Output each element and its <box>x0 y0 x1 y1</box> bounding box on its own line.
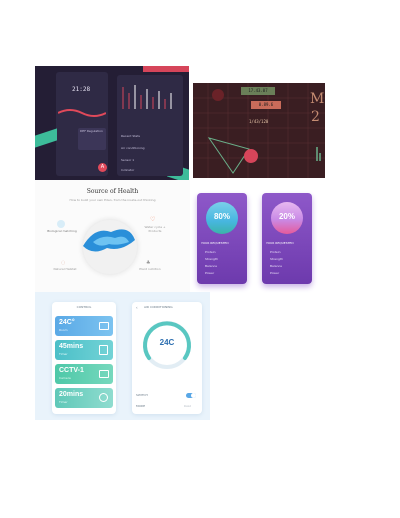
card-label: YOUR REQUESTED <box>266 241 294 245</box>
tile-sub: Camera <box>59 376 71 380</box>
tile-sub: Timer <box>59 400 68 404</box>
dashboard-card: 21:28 DEF Regulation A <box>56 72 108 176</box>
retro-glyph-m: M <box>310 91 325 107</box>
control-title: CONTROL <box>76 305 92 309</box>
red-accent-shape <box>143 66 189 72</box>
control-tile-timer[interactable]: 45mins Timer <box>55 340 113 360</box>
clock-icon <box>99 393 108 402</box>
switch-toggle[interactable] <box>186 393 196 398</box>
retro-glyph-2: 2 <box>311 109 320 125</box>
panel-label-4: Indicator <box>121 168 135 172</box>
detail-tile[interactable]: DEF Regulation <box>78 128 106 150</box>
tile-value: 45mins <box>59 343 84 350</box>
stat-row: Strength <box>270 257 283 261</box>
camera-icon <box>99 370 109 378</box>
bar-chart-card: Recent Stats Air conditioning Sensor 1 I… <box>117 75 183 176</box>
purple-card-1: 80% YOUR REQUESTED Protein Strength Bala… <box>197 193 247 284</box>
control-tile-timer-2[interactable]: 20mins Timer <box>55 388 113 408</box>
alert-icon: A <box>100 164 105 170</box>
retro-readout-2-text: 0.89.6 <box>258 102 274 107</box>
mode-label: MODE <box>136 404 146 408</box>
mode-value[interactable]: Cool <box>184 404 191 409</box>
tile-value: CCTV-1 <box>59 367 84 374</box>
health-panel: Source of Health How to build your own E… <box>35 180 190 292</box>
retro-panel: 17.43.07 0.89.6 1/43/120 M 2 <box>193 83 325 178</box>
stat-row: Power <box>270 271 280 275</box>
health-item-4: Plant nutrition <box>139 267 161 271</box>
alert-button[interactable]: A <box>98 163 107 172</box>
thermostat-icon <box>99 322 109 330</box>
purple-card-2: 20% YOUR REQUESTED Protein Strength Bala… <box>262 193 312 284</box>
heart-icon: ♡ <box>150 216 156 223</box>
aircon-title: AIR CONDITIONING <box>144 305 173 309</box>
aircon-temperature: 24C <box>159 338 175 347</box>
tile-sub: Timer <box>59 352 68 356</box>
time-display: 21:28 <box>72 86 91 93</box>
retro-readout-1: 17.43.07 <box>241 87 275 95</box>
retro-readout-1-text: 17.43.07 <box>248 88 268 93</box>
health-item-3: Natural Habitat <box>53 267 77 271</box>
health-item-2: Water cycle + Products <box>144 225 166 233</box>
stat-row: Protein <box>270 250 281 254</box>
detail-label: DEF Regulation <box>80 129 103 133</box>
control-card: CONTROL 24C° Room 45mins Timer CCTV-1 Ca… <box>52 302 116 414</box>
percent-value: 80% <box>213 212 230 221</box>
tile-sub: Room <box>59 328 68 332</box>
back-icon[interactable]: ‹ <box>136 305 138 310</box>
card-label: YOUR REQUESTED <box>201 241 229 245</box>
retro-readout-2: 0.89.6 <box>251 101 281 109</box>
stat-row: Balance <box>270 264 282 268</box>
health-item-1: Biological matching <box>47 229 77 233</box>
control-tile-camera[interactable]: CCTV-1 Camera <box>55 364 113 384</box>
grid-pattern <box>193 83 325 178</box>
tile-value: 24C° <box>59 319 75 326</box>
stat-row: Power <box>205 271 215 275</box>
timer-icon <box>99 345 108 355</box>
bar-chart <box>122 85 172 109</box>
switch-label: SWITCH <box>136 393 148 397</box>
panel-label-2: Air conditioning <box>121 146 145 150</box>
control-panel: CONTROL 24C° Room 45mins Timer CCTV-1 Ca… <box>35 292 210 420</box>
plant-icon: ♣ <box>146 260 151 266</box>
toggle-knob <box>191 393 196 398</box>
percent-value: 20% <box>278 212 295 221</box>
wave-line <box>57 104 107 117</box>
retro-readout-3: 1/43/120 <box>249 119 269 124</box>
tile-value: 20mins <box>59 391 84 398</box>
panel-label-1: Recent Stats <box>121 134 140 138</box>
water-drop-icon <box>57 220 65 228</box>
control-tile-temperature[interactable]: 24C° Room <box>55 316 113 336</box>
health-subtitle: How to build your own Eden, from the ins… <box>69 198 156 202</box>
dark-dashboard-panel: 21:28 DEF Regulation A Recent Stats Air … <box>35 66 189 182</box>
aircon-card: ‹ AIR CONDITIONING 24C SWITCH MODE Cool <box>132 302 202 414</box>
health-title: Source of Health <box>86 188 139 195</box>
stat-row: Balance <box>205 264 217 268</box>
panel-label-3: Sensor 1 <box>121 158 135 162</box>
stat-row: Strength <box>205 257 218 261</box>
green-accent-shape <box>35 128 57 148</box>
stat-row: Protein <box>205 250 216 254</box>
habitat-icon: ◌ <box>61 260 66 266</box>
water-splash <box>83 229 135 252</box>
